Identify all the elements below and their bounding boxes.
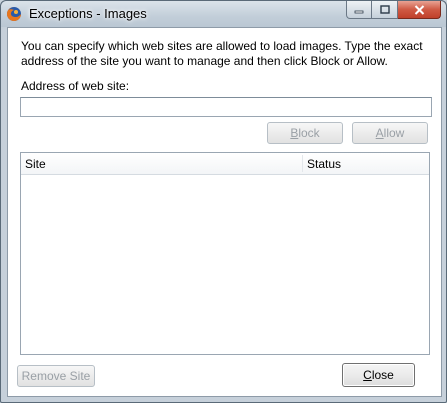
firefox-icon (7, 7, 21, 21)
allow-label-rest: llow (383, 126, 405, 140)
block-button[interactable]: Block (267, 122, 343, 144)
close-window-button[interactable] (398, 1, 441, 19)
close-label-rest: lose (371, 368, 394, 382)
description-text: You can specify which web sites are allo… (21, 39, 423, 68)
maximize-icon (379, 5, 390, 14)
block-label-rest: lock (298, 126, 320, 140)
close-accel: C (363, 368, 372, 382)
column-header-site[interactable]: Site (25, 157, 46, 171)
dialog-body: You can specify which web sites are allo… (7, 27, 442, 397)
maximize-button[interactable] (372, 1, 398, 19)
close-button[interactable]: Close (342, 363, 415, 387)
table-header: Site Status (21, 153, 429, 175)
column-separator[interactable] (302, 155, 303, 172)
window-title: Exceptions - Images (29, 6, 147, 21)
close-icon (414, 4, 424, 15)
exceptions-dialog: Exceptions - Images You can specify whic… (0, 0, 447, 403)
minimize-icon (354, 10, 364, 13)
remove-site-button[interactable]: Remove Site (17, 365, 95, 387)
address-input[interactable] (20, 97, 432, 117)
allow-accel: A (375, 126, 384, 140)
address-label: Address of web site: (21, 79, 130, 93)
title-bar[interactable]: Exceptions - Images (1, 1, 446, 27)
column-header-status[interactable]: Status (307, 157, 341, 171)
allow-button[interactable]: Allow (352, 122, 428, 144)
sites-table[interactable]: Site Status (20, 152, 430, 355)
minimize-button[interactable] (346, 1, 372, 19)
block-accel: B (290, 126, 299, 140)
caption-buttons (346, 1, 441, 20)
